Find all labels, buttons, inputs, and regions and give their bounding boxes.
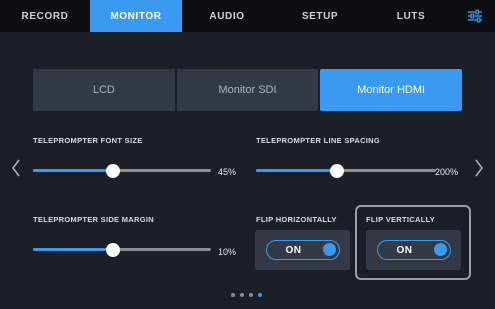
toggle-knob bbox=[322, 243, 336, 256]
sliders-icon[interactable] bbox=[454, 0, 495, 32]
slider-knob[interactable] bbox=[330, 164, 344, 178]
side-margin-value: 10% bbox=[217, 247, 236, 257]
tab-audio[interactable]: AUDIO bbox=[182, 0, 272, 32]
tab-record[interactable]: RECORD bbox=[0, 0, 90, 32]
flip-horizontally-label: FLIP HORIZONTALLY bbox=[256, 215, 337, 224]
page-dot[interactable] bbox=[249, 293, 253, 297]
font-size-value: 45% bbox=[217, 167, 236, 177]
font-size-slider[interactable] bbox=[33, 164, 211, 178]
side-margin-label: TELEPROMPTER SIDE MARGIN bbox=[33, 215, 154, 224]
toggle-state-label: ON bbox=[396, 244, 413, 256]
flip-vertically-label: FLIP VERTICALLY bbox=[366, 215, 436, 224]
side-margin-slider[interactable] bbox=[33, 243, 211, 257]
option-monitor-sdi[interactable]: Monitor SDI bbox=[176, 69, 319, 111]
page-dot[interactable] bbox=[258, 293, 262, 297]
toggle-state-label: ON bbox=[285, 244, 302, 256]
tab-monitor[interactable]: MONITOR bbox=[90, 0, 182, 32]
tab-luts[interactable]: LUTS bbox=[368, 0, 454, 32]
option-lcd[interactable]: LCD bbox=[33, 69, 175, 111]
font-size-label: TELEPROMPTER FONT SIZE bbox=[33, 136, 143, 145]
flip-horizontally-box: ON bbox=[255, 230, 350, 270]
option-monitor-hdmi[interactable]: Monitor HDMI bbox=[320, 69, 463, 111]
line-spacing-slider[interactable] bbox=[256, 164, 436, 178]
line-spacing-value: 200% bbox=[434, 167, 458, 177]
page-dot[interactable] bbox=[231, 293, 235, 297]
chevron-right-icon[interactable] bbox=[472, 158, 486, 178]
page-indicator bbox=[231, 293, 262, 297]
slider-knob[interactable] bbox=[106, 243, 121, 257]
flip-vertically-toggle[interactable]: ON bbox=[376, 240, 451, 260]
top-tab-bar: RECORD MONITOR AUDIO SETUP LUTS bbox=[0, 0, 495, 32]
slider-knob[interactable] bbox=[106, 164, 121, 178]
flip-horizontally-toggle[interactable]: ON bbox=[265, 240, 340, 260]
page-dot[interactable] bbox=[240, 293, 244, 297]
flip-vertically-box: ON bbox=[366, 230, 461, 270]
line-spacing-label: TELEPROMPTER LINE SPACING bbox=[256, 136, 381, 145]
toggle-knob bbox=[433, 243, 447, 256]
chevron-left-icon[interactable] bbox=[9, 158, 23, 178]
monitor-output-select: LCD Monitor SDI Monitor HDMI bbox=[33, 69, 463, 111]
tab-setup[interactable]: SETUP bbox=[272, 0, 368, 32]
